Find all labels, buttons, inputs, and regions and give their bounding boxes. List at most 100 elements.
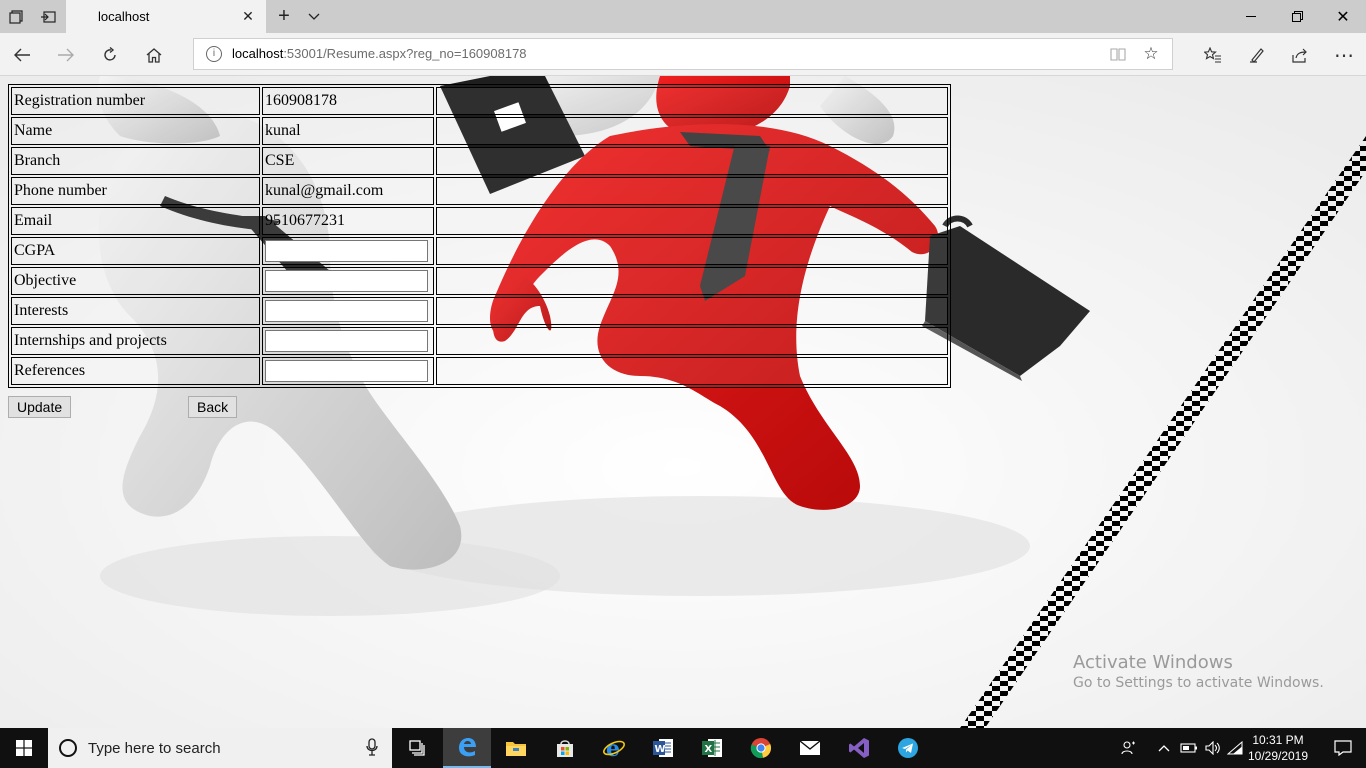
table-row: Name kunal: [11, 117, 948, 145]
word-icon[interactable]: W: [639, 728, 687, 768]
table-row: Phone number kunal@gmail.com: [11, 177, 948, 205]
row-label: Branch: [11, 147, 260, 175]
edge-icon[interactable]: [443, 728, 491, 768]
set-tabs-aside-icon[interactable]: [32, 0, 64, 33]
table-row: Registration number 160908178: [11, 87, 948, 115]
chevron-down-icon[interactable]: [298, 0, 330, 33]
url-path: :53001/Resume.aspx?reg_no=160908178: [283, 46, 527, 61]
watermark-subtitle: Go to Settings to activate Windows.: [1073, 675, 1324, 691]
row-value: kunal@gmail.com: [262, 177, 434, 205]
references-input[interactable]: [265, 360, 428, 382]
file-explorer-icon[interactable]: [492, 728, 540, 768]
tabs-aside-icon[interactable]: [0, 0, 32, 33]
refresh-icon[interactable]: [94, 39, 126, 71]
browser-nav-bar: i localhost:53001/Resume.aspx?reg_no=160…: [0, 33, 1366, 76]
row-label: Interests: [11, 297, 260, 325]
new-tab-icon[interactable]: +: [268, 0, 300, 33]
home-icon[interactable]: [138, 39, 170, 71]
excel-icon[interactable]: X: [688, 728, 736, 768]
chrome-icon[interactable]: [737, 728, 785, 768]
tab-title: localhost: [98, 9, 150, 24]
system-clock[interactable]: 10:31 PM 10/29/2019: [1240, 732, 1316, 764]
mail-icon[interactable]: [786, 728, 834, 768]
row-input-cell: [262, 297, 434, 325]
restore-icon[interactable]: [1274, 0, 1320, 33]
store-icon[interactable]: [541, 728, 589, 768]
forward-arrow-icon[interactable]: [50, 39, 82, 71]
row-label: Objective: [11, 267, 260, 295]
clock-time: 10:31 PM: [1252, 733, 1304, 747]
internships-projects-input[interactable]: [265, 330, 428, 352]
table-row: References: [11, 357, 948, 385]
row-label: References: [11, 357, 260, 385]
table-row: Email 9510677231: [11, 207, 948, 235]
row-extra-cell: [436, 207, 948, 235]
action-center-icon[interactable]: [1320, 728, 1366, 768]
address-bar[interactable]: i localhost:53001/Resume.aspx?reg_no=160…: [193, 38, 1173, 70]
internet-explorer-icon[interactable]: e: [590, 728, 638, 768]
back-arrow-icon[interactable]: [6, 39, 38, 71]
row-extra-cell: [436, 267, 948, 295]
microphone-icon[interactable]: [366, 738, 378, 761]
row-input-cell: [262, 357, 434, 385]
table-row: Branch CSE: [11, 147, 948, 175]
row-value: 160908178: [262, 87, 434, 115]
taskbar: Type here to search e W X 10:31 PM 10/29…: [0, 728, 1366, 768]
table-row: CGPA: [11, 237, 948, 265]
browser-tab[interactable]: localhost ✕: [66, 0, 266, 33]
update-button[interactable]: Update: [8, 396, 72, 418]
svg-text:e: e: [606, 737, 620, 759]
site-info-icon[interactable]: i: [206, 46, 222, 62]
row-input-cell: [262, 267, 434, 295]
show-hidden-icons-chevron-up-icon[interactable]: [1154, 728, 1174, 768]
row-label: CGPA: [11, 237, 260, 265]
svg-text:W: W: [655, 744, 666, 755]
row-extra-cell: [436, 297, 948, 325]
favorites-list-icon[interactable]: [1197, 39, 1229, 71]
row-extra-cell: [436, 327, 948, 355]
row-label: Name: [11, 117, 260, 145]
cgpa-input[interactable]: [265, 240, 428, 262]
task-view-icon[interactable]: [394, 728, 442, 768]
interests-input[interactable]: [265, 300, 428, 322]
row-value: CSE: [262, 147, 434, 175]
minimize-icon[interactable]: [1228, 0, 1274, 33]
telegram-icon[interactable]: [884, 728, 932, 768]
url-host: localhost: [232, 46, 284, 61]
row-input-cell: [262, 237, 434, 265]
url-text[interactable]: localhost:53001/Resume.aspx?reg_no=16090…: [232, 46, 527, 61]
page-viewport: Registration number 160908178 Name kunal…: [0, 76, 1366, 728]
web-note-pen-icon[interactable]: [1241, 39, 1273, 71]
row-label: Internships and projects: [11, 327, 260, 355]
taskbar-search-box[interactable]: Type here to search: [48, 728, 392, 768]
browser-tab-bar: localhost ✕ + ✕: [0, 0, 1366, 33]
row-extra-cell: [436, 117, 948, 145]
svg-text:X: X: [705, 744, 713, 755]
search-placeholder: Type here to search: [88, 740, 221, 757]
favorite-star-icon[interactable]: ☆: [1140, 43, 1162, 65]
people-icon[interactable]: [1117, 728, 1141, 768]
row-value: 9510677231: [262, 207, 434, 235]
row-label: Phone number: [11, 177, 260, 205]
windows-start-icon[interactable]: [0, 728, 48, 768]
reading-view-icon[interactable]: [1108, 45, 1128, 63]
row-extra-cell: [436, 147, 948, 175]
row-extra-cell: [436, 357, 948, 385]
objective-input[interactable]: [265, 270, 428, 292]
battery-icon[interactable]: [1178, 728, 1200, 768]
row-input-cell: [262, 327, 434, 355]
visual-studio-icon[interactable]: [835, 728, 883, 768]
watermark-title: Activate Windows: [1073, 652, 1233, 673]
share-icon[interactable]: [1284, 39, 1316, 71]
row-value: kunal: [262, 117, 434, 145]
table-row: Internships and projects: [11, 327, 948, 355]
table-row: Objective: [11, 267, 948, 295]
close-tab-icon[interactable]: ✕: [238, 6, 258, 26]
volume-icon[interactable]: [1202, 728, 1224, 768]
resume-table: Registration number 160908178 Name kunal…: [8, 84, 951, 388]
row-extra-cell: [436, 87, 948, 115]
back-button[interactable]: Back: [188, 396, 238, 418]
more-options-icon[interactable]: ⋯: [1328, 39, 1360, 71]
close-window-icon[interactable]: ✕: [1320, 0, 1366, 33]
row-label: Email: [11, 207, 260, 235]
